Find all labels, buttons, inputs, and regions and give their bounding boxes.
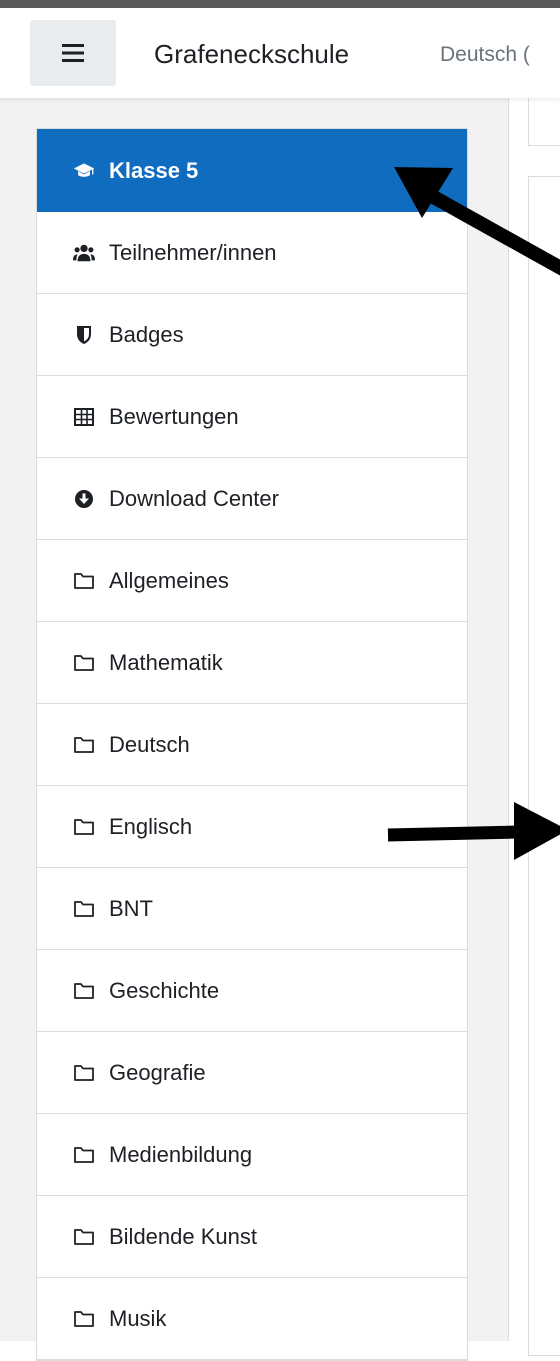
nav-item-label: Teilnehmer/innen (109, 239, 277, 265)
nav-item-label: Bildende Kunst (109, 1223, 257, 1249)
menu-toggle-button[interactable] (30, 20, 116, 86)
nav-item-mathematik[interactable]: Mathematik (37, 622, 467, 704)
users-icon (73, 242, 95, 264)
nav-item-label: Medienbildung (109, 1141, 253, 1167)
nav-item-label: Allgemeines (109, 567, 229, 593)
folder-icon (73, 898, 95, 920)
navbar: Grafeneckschule Deutsch ( (0, 8, 560, 98)
folder-icon (73, 1308, 95, 1330)
download-circle-icon (73, 488, 95, 510)
nav-item-deutsch[interactable]: Deutsch (37, 704, 467, 786)
folder-icon (73, 1144, 95, 1166)
nav-item-label: Download Center (109, 485, 279, 511)
folder-icon (73, 1226, 95, 1248)
nav-item-label: Musik (109, 1305, 167, 1331)
course-nav-list: Klasse 5 Teilnehmer/innen Badges Bewertu… (36, 128, 468, 1361)
table-icon (73, 406, 95, 428)
nav-item-label: Englisch (109, 813, 193, 839)
nav-item-musik[interactable]: Musik (37, 1278, 467, 1360)
folder-icon (73, 734, 95, 756)
nav-item-bewertungen[interactable]: Bewertungen (37, 376, 467, 458)
nav-item-bildende-kunst[interactable]: Bildende Kunst (37, 1196, 467, 1278)
nav-item-allgemeines[interactable]: Allgemeines (37, 540, 467, 622)
language-menu[interactable]: Deutsch ( (440, 43, 530, 67)
nav-item-teilnehmer[interactable]: Teilnehmer/innen (37, 212, 467, 294)
nav-item-geschichte[interactable]: Geschichte (37, 950, 467, 1032)
nav-item-label: Bewertungen (109, 403, 239, 429)
folder-icon (73, 816, 95, 838)
site-name-link[interactable]: Grafeneckschule (154, 39, 349, 70)
folder-icon (73, 652, 95, 674)
nav-item-bnt[interactable]: BNT (37, 868, 467, 950)
nav-item-download-center[interactable]: Download Center (37, 458, 467, 540)
nav-item-klasse-5[interactable]: Klasse 5 (37, 129, 467, 212)
nav-item-label: Deutsch (109, 731, 190, 757)
nav-item-label: Badges (109, 321, 184, 347)
nav-item-label: Geschichte (109, 977, 220, 1003)
nav-item-englisch[interactable]: Englisch (37, 786, 467, 868)
hamburger-icon (62, 44, 84, 62)
nav-item-label: Geografie (109, 1059, 206, 1085)
nav-item-medienbildung[interactable]: Medienbildung (37, 1114, 467, 1196)
folder-icon (73, 570, 95, 592)
window-top-border (0, 0, 560, 8)
nav-item-label: BNT (109, 895, 153, 921)
content-card-top (528, 98, 560, 146)
nav-item-label: Klasse 5 (109, 157, 199, 183)
nav-drawer: Klasse 5 Teilnehmer/innen Badges Bewertu… (0, 98, 509, 1361)
folder-icon (73, 1062, 95, 1084)
content-card (528, 176, 560, 1356)
nav-item-badges[interactable]: Badges (37, 294, 467, 376)
nav-item-label: Mathematik (109, 649, 223, 675)
folder-icon (73, 980, 95, 1002)
graduation-cap-icon (73, 160, 95, 182)
shield-icon (73, 324, 95, 346)
nav-item-geografie[interactable]: Geografie (37, 1032, 467, 1114)
